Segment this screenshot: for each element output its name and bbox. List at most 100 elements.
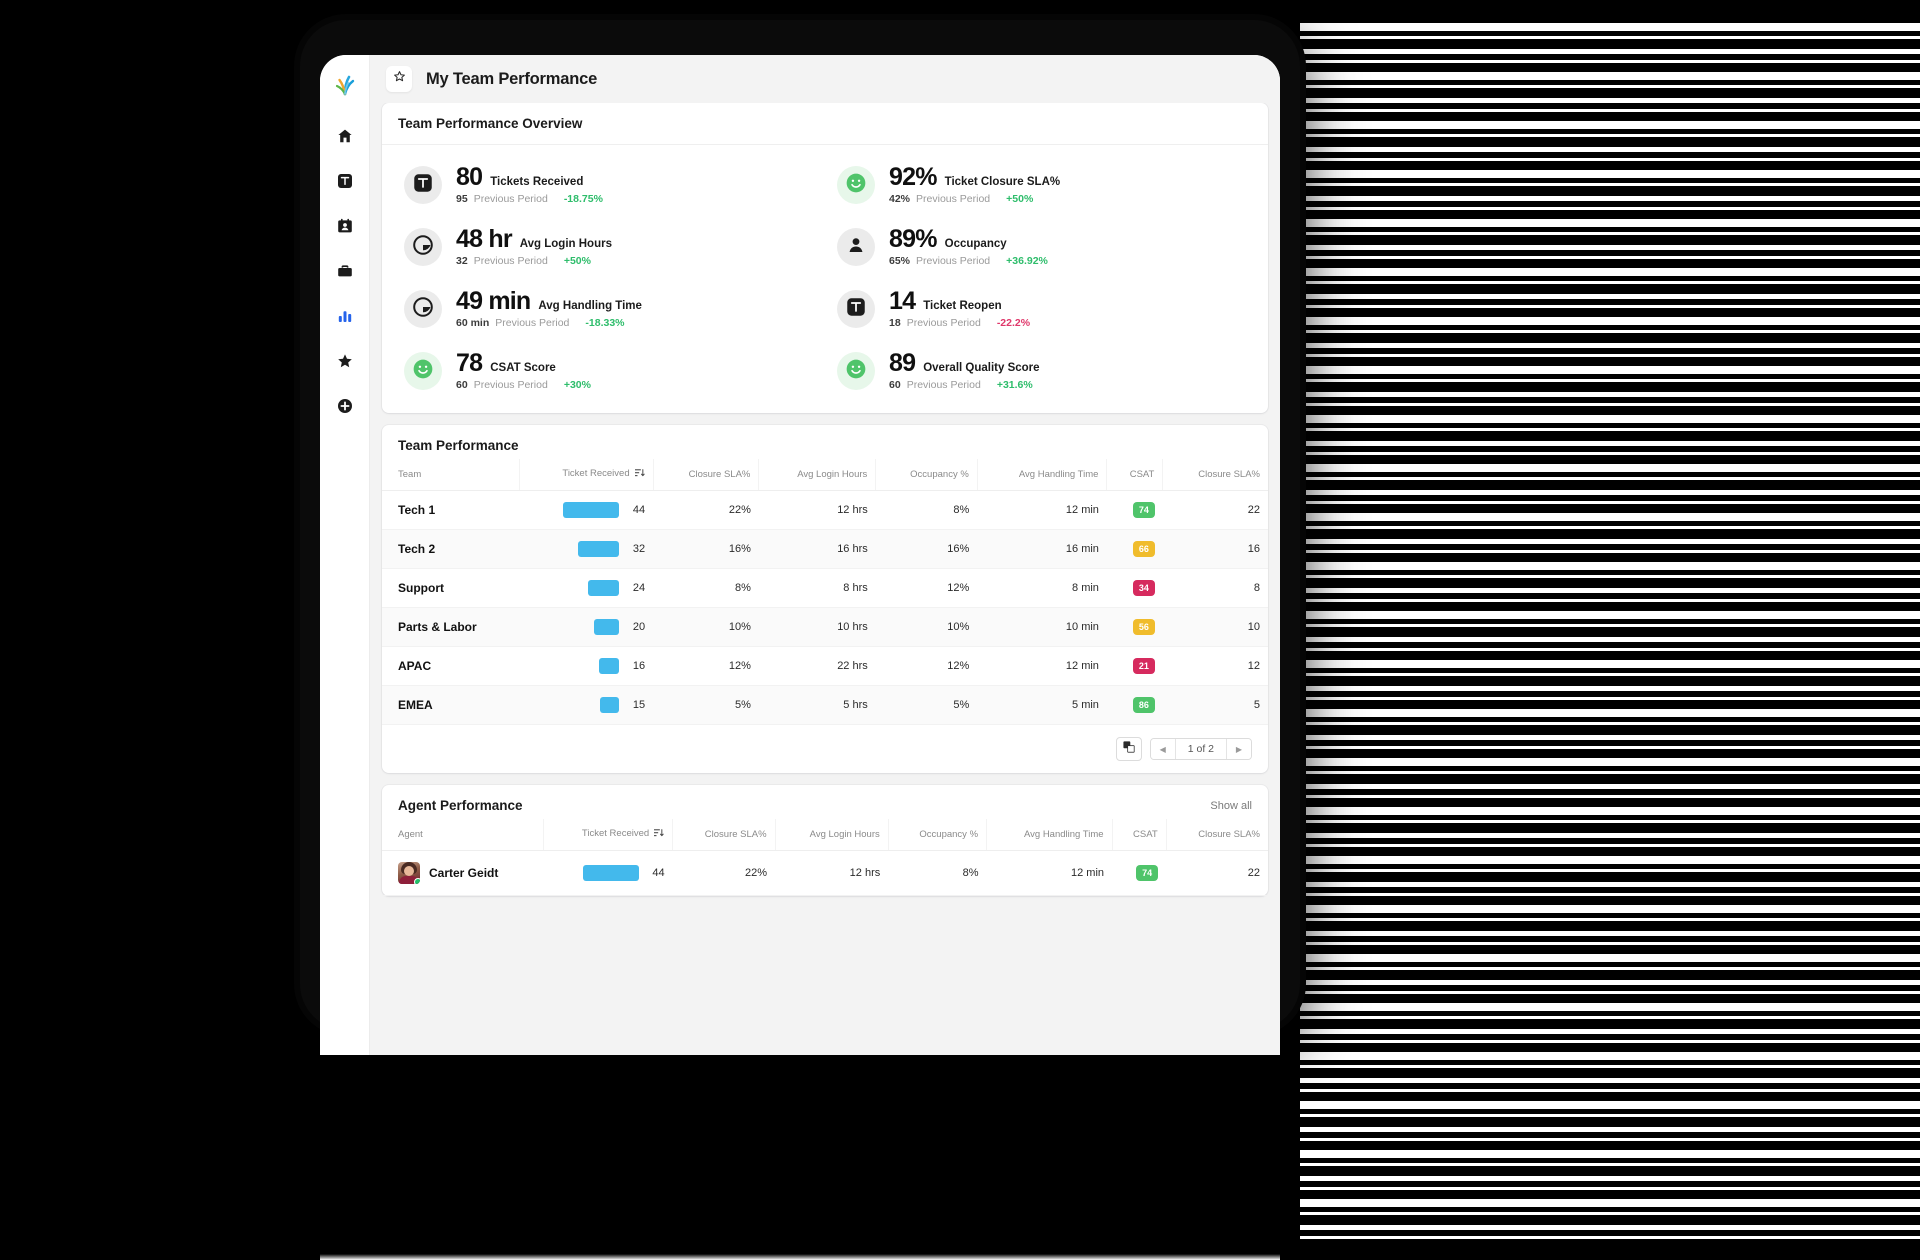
sidebar-item-favorites[interactable]	[325, 338, 365, 383]
cell-avg-login-hours: 22 hrs	[758, 646, 876, 686]
kpi-compare-row: 60 Previous Period +31.6%	[889, 379, 1040, 391]
cell-ticket-received: 44	[519, 490, 654, 530]
prev-page-button[interactable]: ◀	[1150, 739, 1175, 759]
kpi-value-row: 89 Overall Quality Score	[889, 351, 1040, 376]
cell-avg-handling-time: 12 min	[977, 490, 1107, 530]
kpi-compare-row: 32 Previous Period +50%	[456, 255, 612, 267]
cell-csat: 34	[1106, 568, 1163, 608]
top-bar: My Team Performance	[370, 55, 1280, 103]
cell-csat: 74	[1106, 490, 1163, 530]
kpi-card: 14 Ticket Reopen 18 Previous Period -22.2%	[825, 283, 1258, 335]
page-title: My Team Performance	[426, 69, 598, 88]
table-row[interactable]: EMEA 15 5% 5 hrs 5% 5 min 86 5	[382, 685, 1268, 725]
column-header-avg-login-hours[interactable]: Avg Login Hours	[758, 459, 876, 491]
cell-name: Carter Geidt	[382, 850, 544, 896]
favorite-page-button[interactable]	[386, 66, 412, 92]
sort-descending-icon[interactable]	[634, 468, 645, 481]
duplicate-button[interactable]	[1115, 737, 1142, 761]
kpi-label: Avg Login Hours	[519, 238, 612, 250]
team-table-head: Team Ticket Received Closure SLA% Avg Login…	[382, 459, 1268, 491]
team-name: EMEA	[398, 698, 433, 712]
cell-csat: 56	[1106, 607, 1163, 647]
screenshot-stage: My Team Performance Team Performance Ove…	[0, 0, 1920, 1260]
column-header-closure-sla[interactable]: Closure SLA%	[672, 819, 776, 851]
team-name: Tech 2	[398, 542, 436, 556]
cell-name: Parts & Labor	[382, 607, 520, 647]
cell-avg-login-hours: 12 hrs	[758, 490, 876, 530]
column-header-ticket-received[interactable]: Ticket Received	[519, 459, 654, 491]
next-page-button[interactable]: ▶	[1227, 739, 1251, 759]
sidebar-item-tickets[interactable]	[325, 158, 365, 203]
kpi-value-row: 92% Ticket Closure SLA%	[889, 165, 1060, 190]
column-header-csat[interactable]: CSAT	[1111, 819, 1167, 851]
kpi-icon-wrap	[404, 290, 442, 328]
contact-card-icon	[337, 218, 353, 234]
sidebar-item-home[interactable]	[325, 113, 365, 158]
csat-badge: 56	[1132, 619, 1155, 635]
cell-csat: 21	[1106, 646, 1163, 686]
kpi-card: 89 Overall Quality Score 60 Previous Period…	[825, 345, 1258, 397]
ticket-count: 20	[632, 621, 646, 633]
column-header-closure-sla[interactable]: Closure SLA%	[652, 459, 759, 491]
kpi-previous-value: 42%	[889, 193, 911, 205]
kpi-label: CSAT Score	[490, 362, 556, 374]
cell-csat: 74	[1112, 850, 1167, 896]
stripes-mask-bottom	[1300, 1244, 1920, 1260]
kpi-value-row: 78 CSAT Score	[456, 351, 591, 376]
column-header-closure-sla[interactable]: Closure SLA%	[1165, 819, 1268, 851]
person-icon	[846, 235, 866, 260]
column-header-csat[interactable]: CSAT	[1106, 459, 1163, 491]
table-row[interactable]: Tech 1 44 22% 12 hrs 8% 12 min 74 22	[382, 490, 1268, 530]
freshworks-logo[interactable]	[328, 67, 362, 101]
team-performance-overview-card: Team Performance Overview 80 Tickets Rece…	[382, 103, 1268, 413]
column-header-avg-login-hours[interactable]: Avg Login Hours	[774, 819, 889, 851]
table-row[interactable]: Carter Geidt 44 22% 12 hrs 8% 12 min 74 22	[382, 850, 1268, 896]
column-header-agent[interactable]: Agent	[382, 819, 544, 851]
cell-closure-sla: 10%	[653, 607, 759, 647]
cell-csat: 86	[1106, 685, 1163, 725]
column-header-occupancy[interactable]: Occupancy %	[887, 819, 987, 851]
kpi-icon-wrap	[404, 166, 442, 204]
kpi-label: Occupancy	[944, 238, 1007, 250]
sidebar-item-analytics[interactable]	[325, 293, 365, 338]
column-header-team[interactable]: Team	[382, 459, 520, 491]
kpi-delta: -18.75%	[563, 193, 603, 205]
sidebar-item-contacts[interactable]	[325, 203, 365, 248]
kpi-value-row: 89% Occupancy	[889, 227, 1048, 252]
cell-closure-sla: 5%	[653, 685, 759, 725]
kpi-previous-value: 65%	[889, 255, 911, 267]
scroll-area[interactable]: Team Performance Overview 80 Tickets Rece…	[370, 103, 1280, 1055]
column-header-avg-handling-time[interactable]: Avg Handling Time	[986, 819, 1113, 851]
table-row[interactable]: Support 24 8% 8 hrs 12% 8 min 34 8	[382, 568, 1268, 608]
team-table-header: Team Performance	[382, 425, 1268, 459]
cell-avg-handling-time: 5 min	[977, 685, 1107, 725]
table-row[interactable]: Tech 2 32 16% 16 hrs 16% 16 min 66 16	[382, 529, 1268, 569]
kpi-card: 89% Occupancy 65% Previous Period +36.92%	[825, 221, 1258, 273]
column-header-closure-sla[interactable]: Closure SLA%	[1162, 459, 1268, 491]
cell-occupancy: 12%	[875, 646, 978, 686]
column-header-ticket-received[interactable]: Ticket Received	[543, 819, 673, 851]
smiley-icon	[412, 358, 434, 385]
kpi-card: 48 hr Avg Login Hours 32 Previous Period +50…	[392, 221, 825, 273]
column-header-avg-handling-time[interactable]: Avg Handling Time	[976, 459, 1107, 491]
stripes-mask-top	[1300, 0, 1920, 18]
kpi-compare-row: 60 Previous Period +30%	[456, 379, 591, 391]
sidebar-item-deals[interactable]	[325, 248, 365, 293]
cell-name: Tech 2	[382, 529, 520, 569]
briefcase-icon	[337, 263, 353, 279]
ticket-bar	[600, 697, 620, 713]
table-row[interactable]: APAC 16 12% 22 hrs 12% 12 min 21 12	[382, 646, 1268, 686]
kpi-icon-wrap	[404, 352, 442, 390]
kpi-value: 89	[889, 349, 916, 377]
table-header-row: Team Ticket Received Closure SLA% Avg Login…	[382, 459, 1268, 491]
agent-name: Carter Geidt	[429, 866, 499, 880]
column-header-occupancy[interactable]: Occupancy %	[875, 459, 978, 491]
app-screen: My Team Performance Team Performance Ove…	[320, 55, 1280, 1055]
sidebar	[320, 55, 370, 1055]
kpi-label: Tickets Received	[490, 176, 584, 188]
team-name: APAC	[398, 659, 432, 673]
sort-descending-icon[interactable]	[654, 828, 664, 841]
sidebar-item-add[interactable]	[325, 383, 365, 428]
table-row[interactable]: Parts & Labor 20 10% 10 hrs 10% 10 min 56 10	[382, 607, 1268, 647]
show-all-link[interactable]: Show all	[1210, 800, 1252, 812]
